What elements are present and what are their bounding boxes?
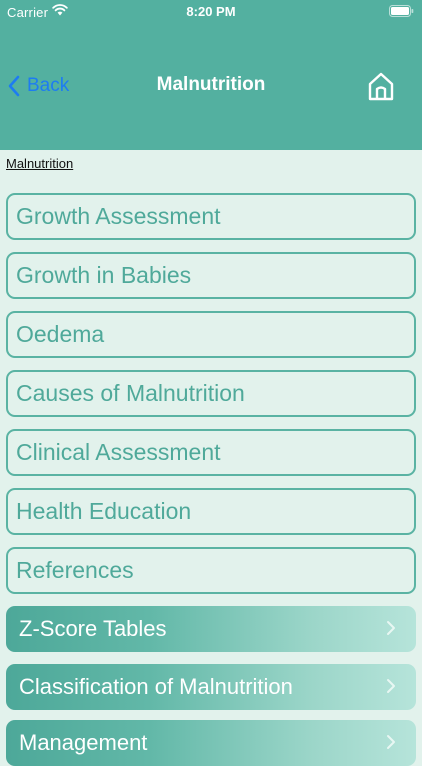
- chevron-right-icon: [387, 735, 395, 749]
- home-icon[interactable]: [362, 67, 400, 105]
- menu-item-oedema[interactable]: Oedema: [6, 311, 416, 358]
- section-item-label: Classification of Malnutrition: [19, 674, 293, 699]
- section-item-label: Z-Score Tables: [19, 616, 167, 641]
- battery-icon: [389, 5, 414, 17]
- menu-item-growth-assessment[interactable]: Growth Assessment: [6, 193, 416, 240]
- section-item-label: Management: [19, 730, 148, 755]
- section-item-management[interactable]: Management: [6, 720, 416, 766]
- breadcrumb[interactable]: Malnutrition: [6, 156, 73, 171]
- clock: 8:20 PM: [186, 4, 236, 19]
- chevron-right-icon: [387, 679, 395, 693]
- chevron-right-icon: [387, 621, 395, 635]
- menu-item-growth-in-babies[interactable]: Growth in Babies: [6, 252, 416, 299]
- status-bar: Carrier 8:20 PM: [0, 0, 422, 24]
- section-item-classification-of-malnutrition[interactable]: Classification of Malnutrition: [6, 664, 416, 710]
- menu-item-clinical-assessment[interactable]: Clinical Assessment: [6, 429, 416, 476]
- navigation-bar: Back Malnutrition: [0, 60, 422, 112]
- page-title: Malnutrition: [156, 74, 266, 95]
- menu-item-references[interactable]: References: [6, 547, 416, 594]
- section-item-z-score-tables[interactable]: Z-Score Tables: [6, 606, 416, 652]
- header: Carrier 8:20 PM Back Malnutrition: [0, 0, 422, 150]
- menu-item-health-education[interactable]: Health Education: [6, 488, 416, 535]
- menu-item-causes-of-malnutrition[interactable]: Causes of Malnutrition: [6, 370, 416, 417]
